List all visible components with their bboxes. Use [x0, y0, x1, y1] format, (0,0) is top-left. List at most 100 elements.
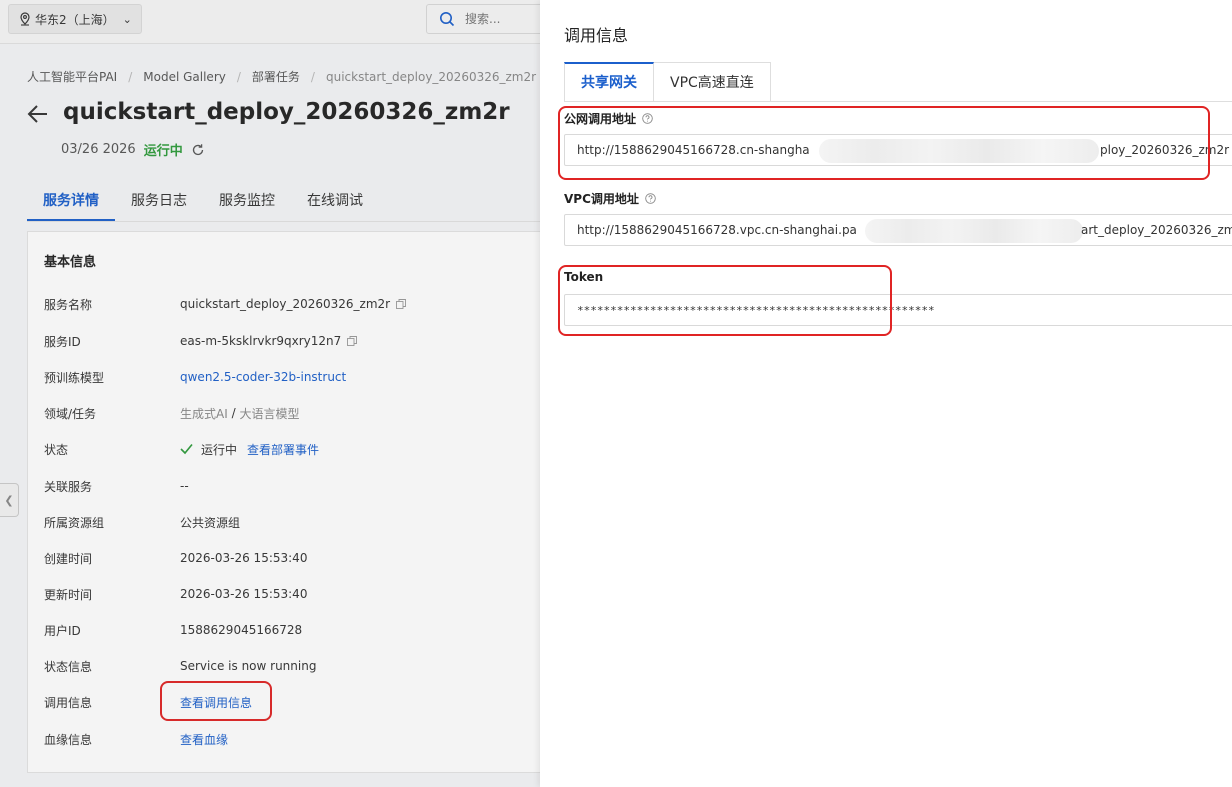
- help-icon[interactable]: [645, 193, 656, 204]
- breadcrumb-separator: /: [310, 69, 315, 84]
- region-label: 华东2（上海）: [35, 12, 115, 27]
- drawer-title: 调用信息: [564, 26, 629, 45]
- info-label: 所属资源组: [44, 515, 105, 530]
- info-row-pretrained-model: 预训练模型 qwen2.5-coder-32b-instruct: [44, 367, 346, 387]
- info-label: 预训练模型: [44, 370, 105, 385]
- card-title: 基本信息: [44, 255, 97, 270]
- page-tabs: 服务详情 服务日志 服务监控 在线调试: [27, 184, 540, 222]
- search-input[interactable]: [465, 12, 525, 26]
- check-icon: [180, 443, 193, 455]
- info-value: 生成式AI / 大语言模型: [180, 405, 299, 422]
- breadcrumb-model-gallery[interactable]: Model Gallery: [143, 70, 226, 84]
- view-lineage-link[interactable]: 查看血缘: [180, 731, 228, 748]
- token-label: Token: [564, 270, 603, 284]
- breadcrumb-pai[interactable]: 人工智能平台PAI: [27, 68, 117, 85]
- page-title: quickstart_deploy_20260326_zm2r: [63, 99, 510, 125]
- pretrained-model-link[interactable]: qwen2.5-coder-32b-instruct: [180, 370, 346, 384]
- info-label: 状态: [44, 442, 69, 457]
- vpc-endpoint-label: VPC调用地址: [564, 190, 656, 207]
- info-label: 服务名称: [44, 297, 93, 312]
- breadcrumb-separator: /: [128, 69, 133, 84]
- info-row-status: 状态 运行中 查看部署事件: [44, 439, 319, 459]
- drawer-tabs: 共享网关 VPC高速直连: [564, 62, 771, 102]
- info-label: 领域/任务: [44, 406, 97, 421]
- breadcrumb-separator: /: [236, 69, 241, 84]
- status-value: 运行中: [201, 442, 238, 457]
- vpc-endpoint-start: http://1588629045166728.vpc.cn-shanghai.…: [577, 223, 857, 237]
- vpc-endpoint-field[interactable]: http://1588629045166728.vpc.cn-shanghai.…: [564, 214, 1232, 246]
- token-label-text: Token: [564, 270, 604, 284]
- tab-service-logs[interactable]: 服务日志: [115, 184, 203, 221]
- public-endpoint-label-text: 公网调用地址: [564, 112, 637, 126]
- info-value: quickstart_deploy_20260326_zm2r: [180, 297, 407, 311]
- chevron-left-icon: ❮: [4, 493, 14, 507]
- top-bar: 华东2（上海） ⌄: [0, 0, 540, 44]
- search-icon: [440, 12, 455, 27]
- info-label: 创建时间: [44, 551, 93, 566]
- info-row-updated-time: 更新时间 2026-03-26 15:53:40: [44, 584, 307, 604]
- service-status-line: 03/26 2026 运行中: [61, 140, 205, 159]
- tabs-divider: [564, 101, 1232, 102]
- redaction-mask: [819, 139, 1099, 163]
- info-row-created-time: 创建时间 2026-03-26 15:53:40: [44, 548, 307, 568]
- public-endpoint-field[interactable]: http://1588629045166728.cn-shangha ploy_…: [564, 134, 1232, 166]
- info-row-lineage-info: 血缘信息 查看血缘: [44, 729, 228, 749]
- info-row-resource-group: 所属资源组 公共资源组: [44, 512, 240, 532]
- refresh-icon[interactable]: [191, 143, 205, 157]
- service-detail-page: 华东2（上海） ⌄ 人工智能平台PAI / Model Gallery / 部署…: [0, 0, 540, 787]
- breadcrumb-current: quickstart_deploy_20260326_zm2r: [325, 69, 537, 84]
- tab-vpc-direct[interactable]: VPC高速直连: [654, 62, 771, 102]
- domain-value: 生成式AI: [180, 406, 228, 421]
- info-value: 公共资源组: [180, 515, 241, 530]
- breadcrumb: 人工智能平台PAI / Model Gallery / 部署任务 / quick…: [27, 68, 536, 85]
- breadcrumb-deploy-tasks[interactable]: 部署任务: [252, 68, 300, 85]
- info-value: 2026-03-26 15:53:40: [180, 587, 308, 601]
- info-row-related-service: 关联服务 --: [44, 476, 189, 496]
- info-value: 1588629045166728: [180, 623, 303, 637]
- domain-separator: /: [231, 406, 236, 420]
- public-endpoint-label: 公网调用地址: [564, 110, 653, 127]
- sidebar-collapse-handle[interactable]: ❮: [0, 483, 19, 517]
- copy-icon[interactable]: [347, 336, 358, 346]
- basic-info-card: 基本信息 服务名称 quickstart_deploy_20260326_zm2…: [27, 231, 540, 773]
- copy-icon[interactable]: [396, 299, 407, 309]
- info-row-service-id: 服务ID eas-m-5ksklrvkr9qxry12n7: [44, 331, 358, 351]
- info-value: eas-m-5ksklrvkr9qxry12n7: [180, 334, 358, 348]
- tab-service-monitoring[interactable]: 服务监控: [203, 184, 291, 221]
- info-label: 服务ID: [44, 334, 81, 349]
- redaction-mask: [865, 219, 1083, 243]
- view-invocation-info-link[interactable]: 查看调用信息: [180, 694, 252, 711]
- status-badge: 运行中: [143, 144, 183, 159]
- help-icon[interactable]: [642, 113, 653, 124]
- tab-online-debug[interactable]: 在线调试: [291, 184, 379, 221]
- info-label: 更新时间: [44, 587, 93, 602]
- invocation-info-drawer: 调用信息 共享网关 VPC高速直连 公网调用地址 http://15886290…: [540, 0, 1232, 787]
- task-value: 大语言模型: [239, 406, 300, 421]
- location-pin-icon: [20, 12, 30, 26]
- vpc-endpoint-end: art_deploy_20260326_zm2r: [1081, 223, 1232, 237]
- token-field[interactable]: ****************************************…: [564, 294, 1232, 326]
- info-value: 2026-03-26 15:53:40: [180, 551, 308, 565]
- tab-service-details[interactable]: 服务详情: [27, 184, 115, 221]
- info-row-domain-task: 领域/任务 生成式AI / 大语言模型: [44, 403, 299, 423]
- info-row-service-name: 服务名称 quickstart_deploy_20260326_zm2r: [44, 294, 407, 314]
- vpc-endpoint-label-text: VPC调用地址: [564, 192, 639, 206]
- service-name-value: quickstart_deploy_20260326_zm2r: [180, 297, 391, 311]
- token-value: ****************************************…: [577, 303, 935, 317]
- tab-shared-gateway[interactable]: 共享网关: [564, 62, 654, 102]
- back-arrow-icon[interactable]: [27, 104, 49, 124]
- search-box[interactable]: [426, 4, 540, 34]
- region-selector[interactable]: 华东2（上海） ⌄: [8, 4, 142, 34]
- info-value: --: [180, 479, 189, 493]
- info-label: 血缘信息: [44, 732, 93, 747]
- info-label: 状态信息: [44, 659, 93, 674]
- info-row-status-message: 状态信息 Service is now running: [44, 656, 316, 676]
- service-id-value: eas-m-5ksklrvkr9qxry12n7: [180, 334, 342, 348]
- chevron-down-icon: ⌄: [122, 12, 132, 26]
- public-endpoint-start: http://1588629045166728.cn-shangha: [577, 143, 810, 157]
- info-row-user-id: 用户ID 1588629045166728: [44, 620, 302, 640]
- view-deploy-events-link[interactable]: 查看部署事件: [247, 441, 319, 458]
- info-row-invocation-info: 调用信息 查看调用信息: [44, 692, 252, 712]
- info-label: 用户ID: [44, 623, 81, 638]
- info-label: 调用信息: [44, 695, 93, 710]
